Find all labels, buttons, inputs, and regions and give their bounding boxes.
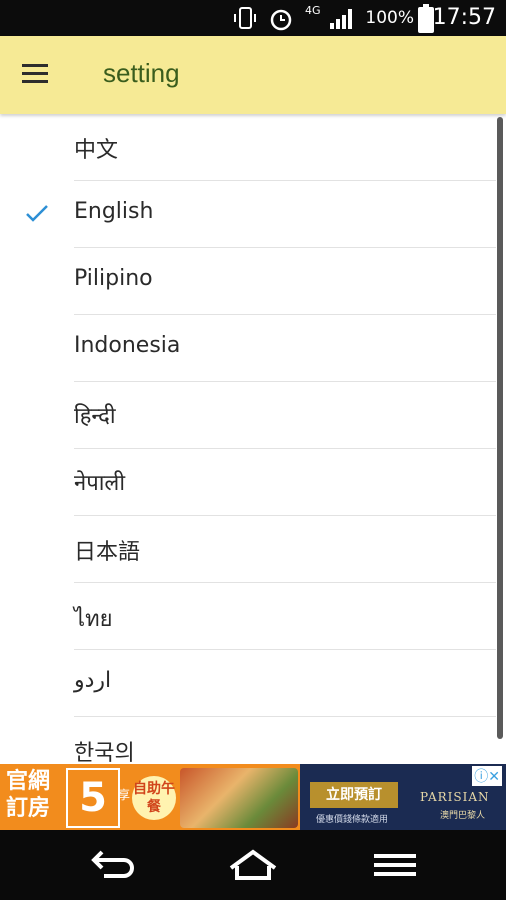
vibrate-icon: [232, 6, 258, 37]
language-item-indonesia[interactable]: Indonesia: [0, 315, 496, 382]
ad-food-image: [180, 768, 298, 828]
language-item-japanese[interactable]: 日本語: [0, 516, 496, 583]
ad-book-button[interactable]: 立即預訂: [310, 782, 398, 808]
language-item-hindi[interactable]: हिन्दी: [0, 382, 496, 449]
status-bar: 4G 100% 17:57: [0, 0, 506, 36]
battery-percent: 100%: [365, 8, 414, 28]
language-label: 日本語: [74, 540, 141, 565]
language-label: Pilipino: [74, 266, 153, 291]
home-button[interactable]: [223, 842, 283, 888]
language-label: اردو: [74, 668, 112, 693]
language-item-chinese[interactable]: 中文: [0, 114, 496, 181]
ad-brand-sub: 澳門巴黎人: [440, 811, 486, 821]
language-item-thai[interactable]: ไทย: [0, 583, 496, 650]
checkmark-icon: [24, 201, 50, 227]
navigation-bar: [0, 830, 506, 900]
language-label: नेपाली: [74, 471, 126, 496]
language-item-korean[interactable]: 한국의: [0, 717, 496, 764]
alarm-clock-icon: [268, 6, 294, 37]
language-label: English: [74, 199, 154, 224]
ad-small-text: 享: [118, 788, 131, 802]
back-button[interactable]: [82, 842, 142, 888]
signal-icon: [330, 9, 356, 29]
ad-terms: 優惠價錢條款適用: [316, 815, 389, 825]
ad-brand-logo: PARISIAN: [420, 790, 490, 804]
language-label: ไทย: [74, 607, 113, 632]
language-label: Indonesia: [74, 333, 181, 358]
home-icon: [229, 849, 277, 880]
clock: 17:57: [432, 5, 496, 30]
language-item-english[interactable]: English: [0, 181, 496, 248]
back-icon: [91, 850, 134, 878]
ad-choices-icon[interactable]: ⓘ✕: [472, 766, 502, 786]
language-item-urdu[interactable]: اردو: [0, 650, 496, 717]
ad-headline: 官網訂房: [6, 769, 51, 821]
language-label: 한국의: [74, 741, 135, 764]
battery-icon: [418, 4, 434, 33]
ad-number: 5: [66, 768, 120, 828]
ad-banner[interactable]: 官網訂房 5 享 自助午餐 立即預訂 優惠價錢條款適用 PARISIAN 澳門巴…: [0, 764, 506, 830]
language-label: हिन्दी: [74, 404, 116, 429]
ad-promo-area: 官網訂房 5 享 自助午餐: [0, 764, 300, 830]
hamburger-menu-icon[interactable]: [22, 64, 50, 84]
language-item-nepali[interactable]: नेपाली: [0, 449, 496, 516]
app-bar: setting: [0, 36, 506, 114]
page-title: setting: [103, 58, 180, 88]
menu-button[interactable]: [366, 842, 426, 888]
scrollbar[interactable]: [497, 117, 503, 739]
language-item-pilipino[interactable]: Pilipino: [0, 248, 496, 315]
ad-buffet-badge: 自助午餐: [132, 776, 176, 820]
menu-icon: [374, 854, 416, 876]
language-label: 中文: [74, 138, 119, 163]
language-list: 中文 English Pilipino Indonesia हिन्दी नेप…: [0, 114, 506, 764]
network-type-icon: 4G: [305, 4, 321, 17]
